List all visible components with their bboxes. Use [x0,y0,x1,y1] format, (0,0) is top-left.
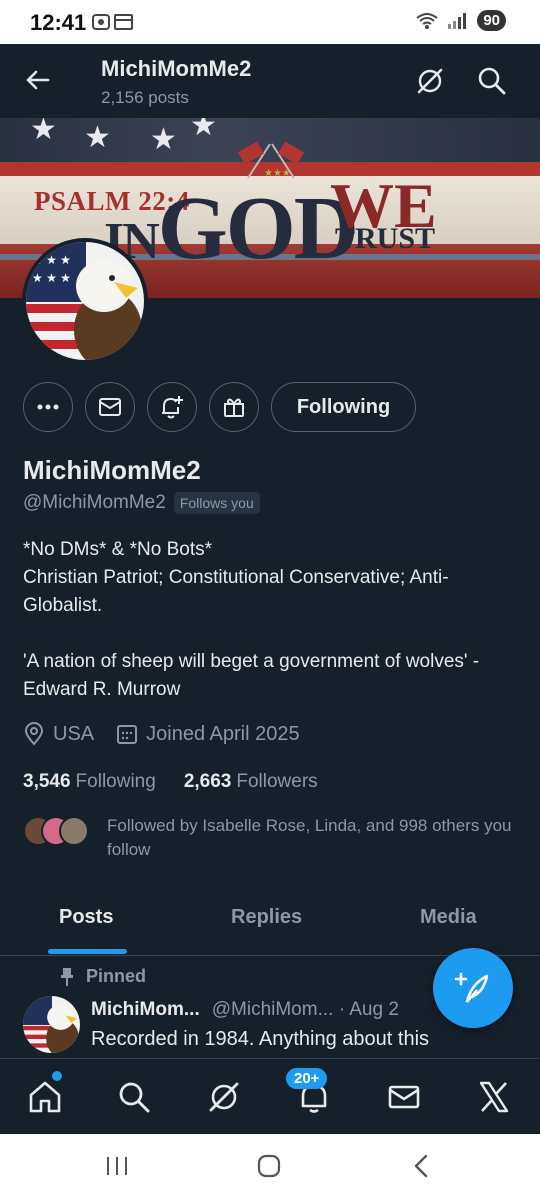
profile-joined: Joined April 2025 [146,722,300,745]
eagle-flag-avatar: ★ ★ ★ ★ ★ ★ [26,242,144,360]
tweet-text[interactable]: Recorded in 1984. Anything about this [91,1028,531,1056]
crossed-flags-icon: ★★★ [238,141,304,179]
signal-icon [448,12,467,29]
notify-button[interactable] [147,382,197,432]
pinned-label: Pinned [86,966,147,986]
profile-location: USA [53,722,95,745]
location-item: USA [23,722,94,746]
bell-plus-icon [162,396,183,419]
svg-text:★ ★ ★: ★ ★ ★ [32,271,71,285]
pin-icon [61,967,73,986]
notification-icons [92,14,133,30]
tweet-avatar[interactable] [23,996,80,1053]
follow-counts: 3,546 Following 2,663 Followers [23,771,318,793]
message-button[interactable] [85,382,135,432]
banner-star: ★ [150,123,177,156]
banner-star: ★ [190,118,217,142]
banner-trust-text: TRUST [335,222,436,255]
tab-replies[interactable]: Replies [231,906,302,929]
location-pin-icon [24,722,44,746]
follows-you-badge: Follows you [173,492,260,514]
grok-icon[interactable] [413,64,447,98]
tab-posts[interactable]: Posts [59,906,113,929]
followers-count-link[interactable]: 2,663 Followers [184,771,318,793]
battery-indicator: 90 [477,10,506,31]
header-post-count: 2,156 posts [101,88,189,107]
handle-row: @MichiMomMe2 Follows you [23,492,260,514]
search-icon[interactable] [475,64,509,98]
profile-bio: *No DMs* & *No Bots* Christian Patriot; … [23,539,480,700]
profile-avatar[interactable]: ★ ★ ★ ★ ★ ★ [22,238,148,364]
notifications-badge: 20+ [286,1068,328,1089]
banner-in-god-text: INGOD [104,184,359,274]
joined-item: Joined April 2025 [116,722,300,746]
followed-by-row[interactable]: Followed by Isabelle Rose, Linda, and 99… [23,814,523,864]
followers-count: 2,663 [183,771,232,792]
tweet-author-name: MichiMom... [91,999,200,1020]
banner-god-text: GOD [157,179,359,278]
gift-icon [224,398,244,417]
active-tab-indicator [48,949,127,954]
header-title: MichiMomMe2 [101,56,252,81]
compose-post-button[interactable] [433,948,513,1028]
follower-avatar [59,816,89,846]
eagle-flag-avatar [23,996,80,1053]
grok-icon[interactable] [206,1079,242,1115]
status-time: 12:41 [30,10,87,35]
profile-display-name: MichiMomMe2 [23,455,201,485]
wifi-icon [416,12,438,29]
home-button-icon[interactable] [256,1153,282,1179]
followed-by-text: Followed by Isabelle Rose, Linda, and 99… [107,816,512,859]
home-icon[interactable] [27,1079,63,1115]
screenshot-icon [92,12,136,37]
more-options-button[interactable] [23,382,73,432]
pinned-label-row: Pinned [60,966,146,987]
profile-tabs: Posts Replies Media [0,888,540,956]
status-bar: 12:41 90 [0,0,540,44]
following-count-label: Following [75,771,156,792]
system-back-icon[interactable] [408,1153,434,1179]
calendar-icon [117,725,138,744]
bottom-navigation: 20+ [0,1058,540,1134]
back-arrow-icon[interactable] [22,64,54,96]
profile-meta: USA Joined April 2025 [23,722,322,746]
more-icon [37,404,59,410]
tweet-handle-date: @MichiMom... · Aug 2 [211,999,399,1020]
following-count: 3,546 [23,771,71,792]
compose-feather-icon [454,972,489,1003]
tab-media[interactable]: Media [420,906,477,929]
recent-apps-icon[interactable] [104,1154,130,1178]
messages-icon[interactable] [386,1079,422,1115]
svg-text:★★★: ★★★ [264,168,291,179]
following-count-link[interactable]: 3,546 Following [23,771,156,793]
gift-button[interactable] [209,382,259,432]
following-button[interactable]: Following [271,382,416,432]
banner-star: ★ [30,118,57,146]
home-unread-dot [52,1071,62,1081]
profile-handle: @MichiMomMe2 [23,492,166,513]
banner-star: ★ [84,121,111,154]
x-logo-icon[interactable] [476,1079,512,1115]
profile-header: MichiMomMe2 2,156 posts [0,44,540,118]
system-navigation-bar [0,1134,540,1200]
mail-icon [99,398,121,416]
followers-count-label: Followers [236,771,318,792]
search-icon[interactable] [116,1079,152,1115]
